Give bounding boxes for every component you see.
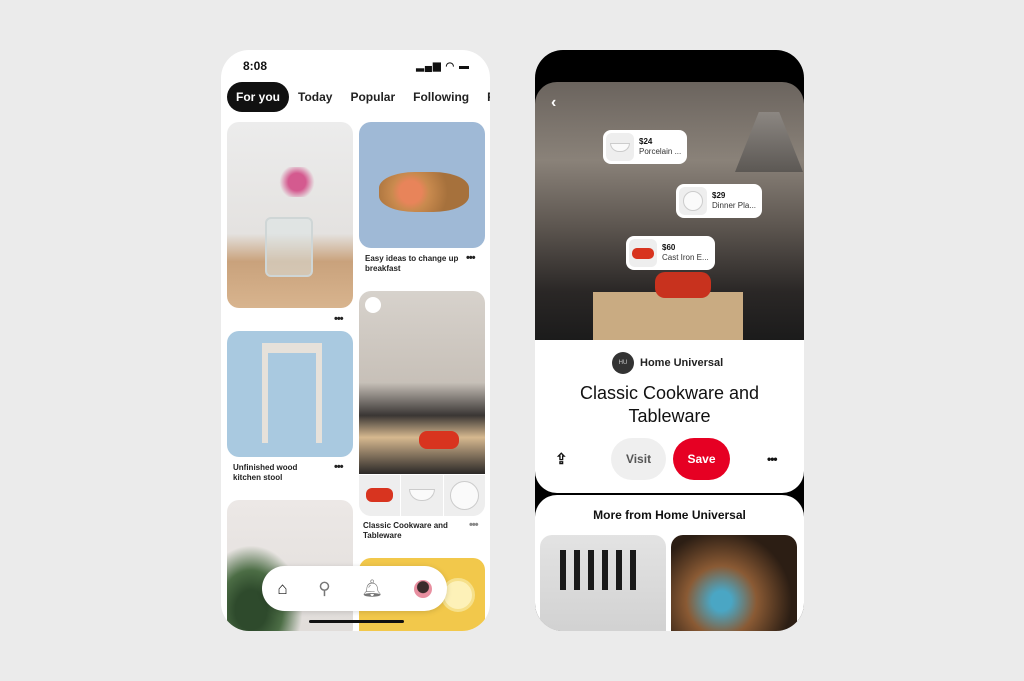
pin-breakfast[interactable] — [359, 122, 485, 248]
pin-caption: Easy ideas to change up breakfast — [365, 254, 459, 273]
pin-more-button[interactable]: ••• — [469, 519, 479, 531]
product-tag[interactable]: $24 Porcelain ... — [603, 130, 688, 164]
pin-caption: Unfinished wood kitchen stool — [233, 463, 298, 482]
home-icon[interactable]: ⌂ — [277, 579, 287, 599]
home-indicator — [309, 620, 404, 623]
plate-thumb — [679, 187, 707, 215]
stool — [262, 343, 322, 443]
battery-icon: ▬ — [459, 61, 470, 72]
bottom-nav: ⌂ ⚲ 🔔︎ — [262, 566, 447, 611]
wifi-icon: ◠ — [445, 61, 456, 72]
pin-caption: Classic Cookware and Tableware — [363, 521, 448, 540]
status-icons: ▂▄▆ ◠ ▬ — [416, 61, 470, 72]
pin-detail-phone: ‹ $24 Porcelain ... $29 Dinner Pla... $60 C… — [535, 50, 804, 631]
brand-logo: HU — [612, 352, 634, 374]
island-table — [593, 292, 743, 344]
pin-info-card: HU Home Universal Classic Cookware and T… — [535, 340, 804, 493]
tag-name: Dinner Pla... — [712, 201, 757, 210]
signal-icon: ▂▄▆ — [416, 61, 442, 72]
tag-price: $60 — [662, 243, 676, 252]
pin-more-button[interactable]: ••• — [334, 313, 344, 325]
tab-more[interactable]: Re — [478, 82, 490, 112]
search-icon[interactable]: ⚲ — [318, 579, 330, 599]
product-thumb-pot[interactable] — [359, 475, 400, 516]
red-pot — [419, 431, 459, 449]
pin-stool[interactable] — [227, 331, 353, 457]
tag-name: Porcelain ... — [639, 147, 682, 156]
flower — [272, 167, 322, 197]
bowl-thumb — [606, 133, 634, 161]
product-tag[interactable]: $29 Dinner Pla... — [676, 184, 763, 218]
feed-tabs: For you Today Popular Following Re — [227, 82, 490, 112]
knife-handles — [560, 550, 640, 590]
tag-icon — [365, 297, 381, 313]
pot-thumb — [629, 239, 657, 267]
pin-more-button[interactable]: ••• — [466, 252, 476, 264]
kitchen-hero-image: ‹ $24 Porcelain ... $29 Dinner Pla... $60 C… — [535, 82, 804, 344]
tag-name: Cast Iron E... — [662, 253, 709, 262]
tag-price: $29 — [712, 191, 726, 200]
tab-following[interactable]: Following — [404, 82, 478, 112]
pin-more-button[interactable]: ••• — [334, 461, 344, 473]
more-from-section: More from Home Universal — [535, 495, 804, 631]
tab-today[interactable]: Today — [289, 82, 341, 112]
product-thumb-plate[interactable] — [444, 475, 485, 516]
pin-knives[interactable] — [540, 535, 666, 631]
red-pot — [655, 272, 711, 298]
save-button[interactable]: Save — [673, 438, 730, 480]
share-icon[interactable]: ⇪ — [555, 450, 568, 468]
product-tag[interactable]: $60 Cast Iron E... — [626, 236, 715, 270]
tab-for-you[interactable]: For you — [227, 82, 289, 112]
pin-flower-vase[interactable] — [227, 122, 353, 308]
status-time: 8:08 — [243, 59, 268, 73]
more-options-button[interactable]: ••• — [767, 452, 778, 466]
tab-popular[interactable]: Popular — [341, 82, 404, 112]
pin-title: Classic Cookware and Tableware — [579, 383, 760, 426]
tag-price: $24 — [639, 137, 653, 146]
product-thumb-bowl[interactable] — [401, 475, 443, 516]
vase — [265, 217, 313, 277]
section-title: More from Home Universal — [593, 508, 746, 522]
avatar[interactable] — [413, 579, 432, 598]
brand-name: Home Universal — [640, 357, 724, 369]
home-feed-phone: 8:08 ▂▄▆ ◠ ▬ For you Today Popular Follo… — [221, 50, 490, 631]
brand-row[interactable]: HU Home Universal — [612, 352, 723, 374]
bell-icon[interactable]: 🔔︎ — [361, 579, 383, 599]
range-hood — [735, 112, 803, 172]
pin-cookware[interactable] — [359, 291, 485, 516]
toast — [379, 172, 469, 212]
kitchen-photo — [359, 291, 485, 474]
pin-dining[interactable] — [671, 535, 797, 631]
back-button[interactable]: ‹ — [551, 94, 556, 112]
visit-button[interactable]: Visit — [611, 438, 666, 480]
